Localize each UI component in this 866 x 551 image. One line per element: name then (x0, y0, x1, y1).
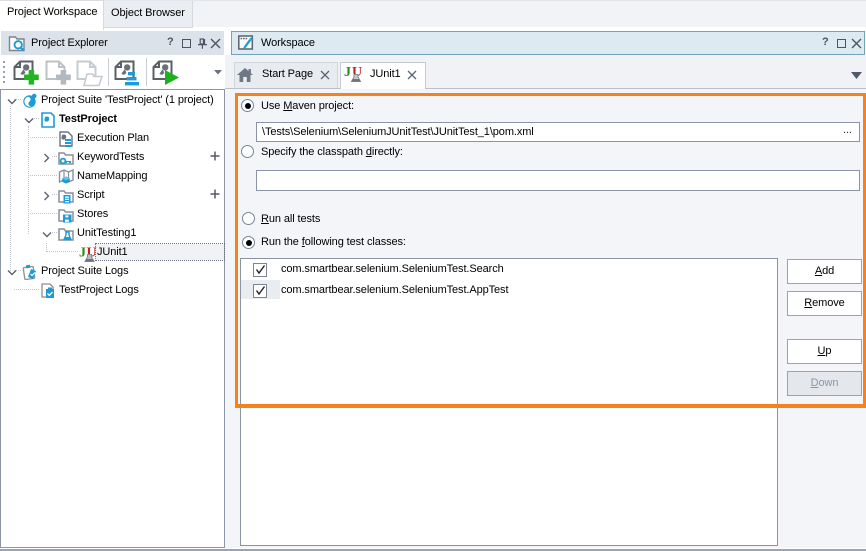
svg-text:J: J (79, 246, 86, 261)
svg-text:J: J (344, 65, 351, 80)
